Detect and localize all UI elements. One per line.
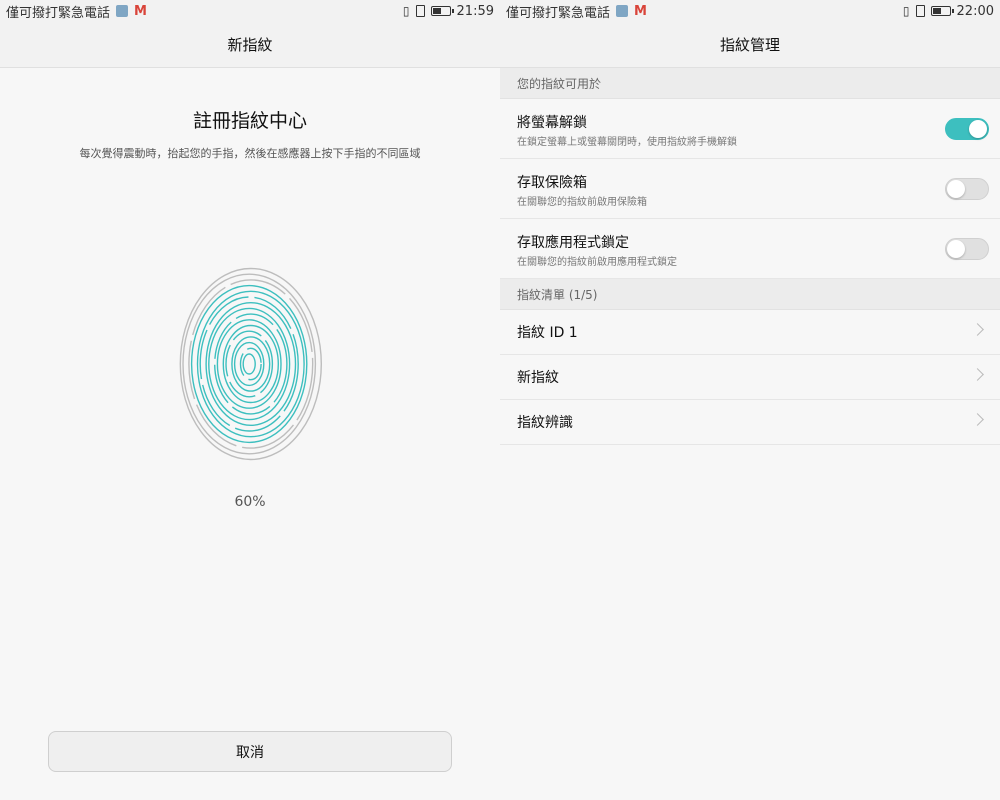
toggle-subtitle: 在關聯您的指紋前啟用保險箱: [517, 197, 647, 208]
sim-icon: [915, 5, 925, 17]
screen-unlock-switch[interactable]: [945, 118, 989, 140]
list-item-label: 指紋 ID 1: [517, 325, 578, 341]
fingerprint-list-header: 指紋清單 (1/5): [500, 279, 1000, 310]
usage-section-header: 您的指紋可用於: [500, 68, 1000, 99]
fingerprint-ridge: [188, 279, 314, 449]
fingerprint-management-screen: 僅可撥打緊急電話 M ▯ 22:00 指紋管理 您的指紋可用於 將螢幕解鎖 在鎖…: [500, 0, 1000, 800]
enroll-instructions: 每次覺得震動時，抬起您的手指，然後在感應器上按下手指的不同區域: [79, 147, 421, 160]
chevron-right-icon: [971, 323, 984, 336]
message-icon: [116, 5, 129, 17]
toggle-subtitle: 在關聯您的指紋前啟用應用程式鎖定: [517, 257, 677, 268]
toggle-title: 存取應用程式鎖定: [517, 235, 629, 251]
toggle-title: 存取保險箱: [517, 175, 587, 191]
fingerprint-ridge: [199, 296, 299, 432]
message-icon: [616, 5, 629, 17]
safe-access-switch[interactable]: [945, 178, 989, 200]
status-bar: 僅可撥打緊急電話 M ▯ 22:00: [500, 0, 1000, 22]
fingerprint-ridge: [205, 302, 297, 426]
list-item-label: 新指紋: [517, 370, 559, 386]
carrier-text: 僅可撥打緊急電話: [6, 5, 111, 21]
page-title: 指紋管理: [500, 22, 1000, 68]
battery-icon: [930, 6, 954, 16]
toggle-row-safe[interactable]: 存取保險箱 在關聯您的指紋前啟用保險箱: [500, 159, 1000, 219]
progress-percent: 60%: [234, 494, 266, 510]
fingerprint-progress-icon: [175, 262, 325, 462]
cancel-button[interactable]: 取消: [48, 731, 452, 772]
toggle-row-app-lock[interactable]: 存取應用程式鎖定 在關聯您的指紋前啟用應用程式鎖定: [500, 219, 1000, 279]
chevron-right-icon: [971, 368, 984, 381]
sim-icon: [415, 5, 425, 17]
chevron-right-icon: [971, 413, 984, 426]
fingerprint-ridge: [216, 319, 282, 409]
new-fingerprint-screen: 僅可撥打緊急電話 M ▯ 21:59 新指紋 註冊指紋中心 每次覺得震動時，抬起…: [0, 0, 500, 800]
status-bar: 僅可撥打緊急電話 M ▯ 21:59: [0, 0, 500, 22]
toggle-row-screen-unlock[interactable]: 將螢幕解鎖 在鎖定螢幕上或螢幕關閉時，使用指紋將手機解鎖: [500, 99, 1000, 159]
clock: 21:59: [456, 3, 494, 19]
page-title: 新指紋: [0, 22, 500, 68]
app-lock-switch[interactable]: [945, 238, 989, 260]
list-item-new-fingerprint[interactable]: 新指紋: [500, 355, 1000, 400]
vibrate-icon: ▯: [402, 4, 410, 18]
toggle-title: 將螢幕解鎖: [517, 115, 587, 131]
clock: 22:00: [956, 3, 994, 19]
list-item-label: 指紋辨識: [517, 415, 573, 431]
fingerprint-ridge: [225, 330, 274, 398]
toggle-subtitle: 在鎖定螢幕上或螢幕關閉時，使用指紋將手機解鎖: [517, 137, 737, 148]
fingerprint-ridge: [242, 353, 256, 375]
battery-icon: [430, 6, 454, 16]
gmail-icon: M: [634, 3, 647, 19]
carrier-text: 僅可撥打緊急電話: [506, 5, 611, 21]
enroll-heading: 註冊指紋中心: [192, 110, 307, 132]
vibrate-icon: ▯: [902, 4, 910, 18]
list-item-fingerprint-recognition[interactable]: 指紋辨識: [500, 400, 1000, 445]
gmail-icon: M: [134, 3, 147, 19]
list-item-fingerprint-id-1[interactable]: 指紋 ID 1: [500, 310, 1000, 355]
fingerprint-ridge: [196, 290, 305, 438]
